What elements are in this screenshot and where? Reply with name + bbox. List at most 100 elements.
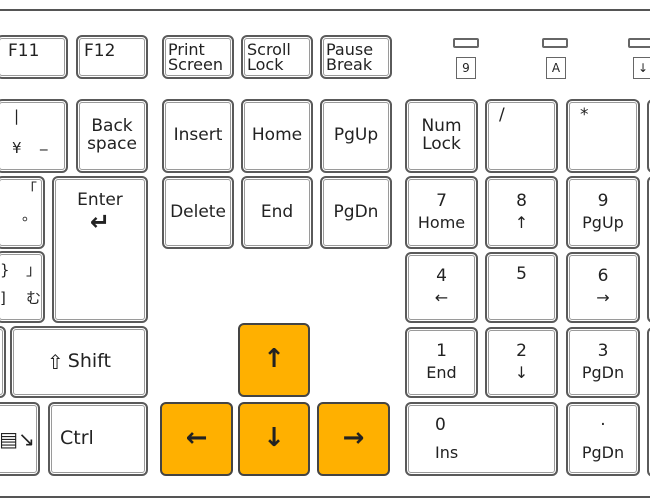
key-label: 1 — [436, 341, 447, 362]
key-menu[interactable]: ▤↘ — [0, 402, 40, 476]
key-sublabel: Ins — [435, 442, 459, 462]
key-label: 9 — [597, 191, 609, 212]
key-label: ] — [0, 289, 6, 307]
key-label: | — [14, 107, 20, 125]
key-label: 6 — [597, 266, 609, 287]
arrow-up-icon: ↑ — [263, 344, 285, 375]
key-numpad-4[interactable]: 4 ← — [405, 252, 478, 323]
key-label: 「 — [22, 180, 38, 198]
key-numpad-9[interactable]: 9 PgUp — [566, 176, 640, 249]
key-label: Home — [251, 125, 303, 146]
key-label: End — [260, 201, 294, 222]
key-label: Shift — [67, 350, 111, 373]
key-label: 8 — [516, 191, 527, 212]
key-pgup[interactable]: PgUp — [320, 99, 392, 173]
key-numpad-8[interactable]: 8 ↑ — [485, 176, 558, 249]
key-ctrl[interactable]: Ctrl — [48, 402, 148, 476]
key-numpad-multiply[interactable]: * — [566, 99, 640, 173]
key-delete[interactable]: Delete — [162, 176, 234, 249]
enter-arrow-icon: ↵ — [89, 207, 111, 236]
key-bracket-open[interactable]: 「 。 — [0, 176, 45, 249]
key-yen[interactable]: | ¥ _ — [0, 99, 68, 173]
key-label: 7 — [436, 191, 447, 212]
key-label: / — [499, 105, 505, 125]
key-bracket-close[interactable]: } 」 ] む — [0, 251, 45, 323]
capslock-led — [542, 38, 568, 48]
key-label: · — [600, 414, 606, 435]
arrow-down-icon: ↓ — [263, 423, 285, 454]
key-numpad-divide[interactable]: / — [485, 99, 558, 173]
key-numlock[interactable]: Num Lock — [405, 99, 478, 173]
key-label: F11 — [8, 41, 40, 61]
key-label: Ctrl — [60, 427, 94, 450]
key-arrow-right[interactable]: → — [317, 402, 390, 476]
key-label: 5 — [516, 264, 527, 284]
key-label: Lock — [247, 55, 284, 74]
capslock-indicator-label: A — [546, 57, 566, 79]
key-shift[interactable]: ⇧ Shift — [10, 326, 148, 398]
key-sublabel: ← — [434, 288, 449, 308]
key-label: space — [87, 134, 137, 154]
key-label: 0 — [435, 414, 446, 435]
arrow-left-icon: ← — [185, 423, 208, 454]
key-label: 」 — [26, 261, 42, 279]
numlock-indicator-label: 9 — [456, 57, 476, 79]
key-numpad-2[interactable]: 2 ↓ — [485, 327, 558, 398]
key-sublabel: PgDn — [581, 442, 625, 462]
key-sublabel: End — [426, 363, 457, 383]
key-backspace[interactable]: Back space — [76, 99, 148, 173]
key-arrow-up[interactable]: ↑ — [238, 323, 310, 397]
key-home[interactable]: Home — [241, 99, 313, 173]
key-label: _ — [40, 133, 48, 151]
key-scroll-lock[interactable]: Scroll Lock — [241, 35, 313, 79]
key-numpad-3[interactable]: 3 PgDn — [566, 327, 640, 398]
key-label: PgUp — [333, 125, 379, 146]
key-label: ¥ — [12, 139, 22, 157]
key-print-screen[interactable]: Print Screen — [162, 35, 234, 79]
key-sublabel: PgUp — [582, 213, 624, 233]
key-label: Insert — [173, 125, 223, 146]
key-sublabel: ↓ — [514, 363, 529, 383]
key-label: 4 — [436, 266, 447, 287]
key-enter[interactable]: Enter ↵ — [52, 176, 148, 323]
key-label: 2 — [516, 341, 527, 362]
menu-key-icon: ▤↘ — [0, 426, 35, 451]
key-label: Lock — [422, 134, 461, 154]
scrolllock-led — [628, 38, 650, 48]
key-numpad-dot[interactable]: · PgDn — [566, 402, 640, 476]
key-label: } — [0, 261, 10, 279]
key-label: * — [580, 105, 589, 125]
key-end[interactable]: End — [241, 176, 313, 249]
key-sublabel: Home — [417, 213, 466, 233]
scrolllock-indicator-label: ↓ — [633, 57, 650, 79]
key-numpad-5[interactable]: 5 — [485, 252, 558, 323]
bottom-border — [0, 496, 650, 498]
key-sublabel: PgDn — [581, 363, 625, 383]
key-numpad-1[interactable]: 1 End — [405, 327, 478, 398]
numlock-led — [453, 38, 479, 48]
key-label: 3 — [597, 341, 609, 362]
arrow-right-icon: → — [342, 423, 365, 454]
key-label: Delete — [170, 201, 226, 222]
key-label: 。 — [22, 206, 38, 224]
key-sublabel: → — [596, 288, 610, 308]
key-left-partial[interactable] — [0, 326, 6, 398]
key-insert[interactable]: Insert — [162, 99, 234, 173]
key-sublabel: ↑ — [514, 213, 529, 233]
key-numpad-0[interactable]: 0 Ins — [405, 402, 558, 476]
key-numpad-7[interactable]: 7 Home — [405, 176, 478, 249]
shift-icon: ⇧ — [47, 349, 64, 374]
key-label: F12 — [84, 41, 116, 61]
top-border — [0, 9, 650, 11]
key-numpad-6[interactable]: 6 → — [566, 252, 640, 323]
key-f11[interactable]: F11 — [0, 35, 68, 79]
key-label: Break — [326, 55, 373, 74]
key-arrow-down[interactable]: ↓ — [238, 402, 310, 476]
key-pause-break[interactable]: Pause Break — [320, 35, 392, 79]
key-arrow-left[interactable]: ← — [160, 402, 233, 476]
key-label: む — [26, 289, 42, 307]
key-label: PgDn — [333, 201, 379, 222]
key-label: Screen — [168, 55, 224, 74]
key-pgdn[interactable]: PgDn — [320, 176, 392, 249]
key-f12[interactable]: F12 — [76, 35, 148, 79]
